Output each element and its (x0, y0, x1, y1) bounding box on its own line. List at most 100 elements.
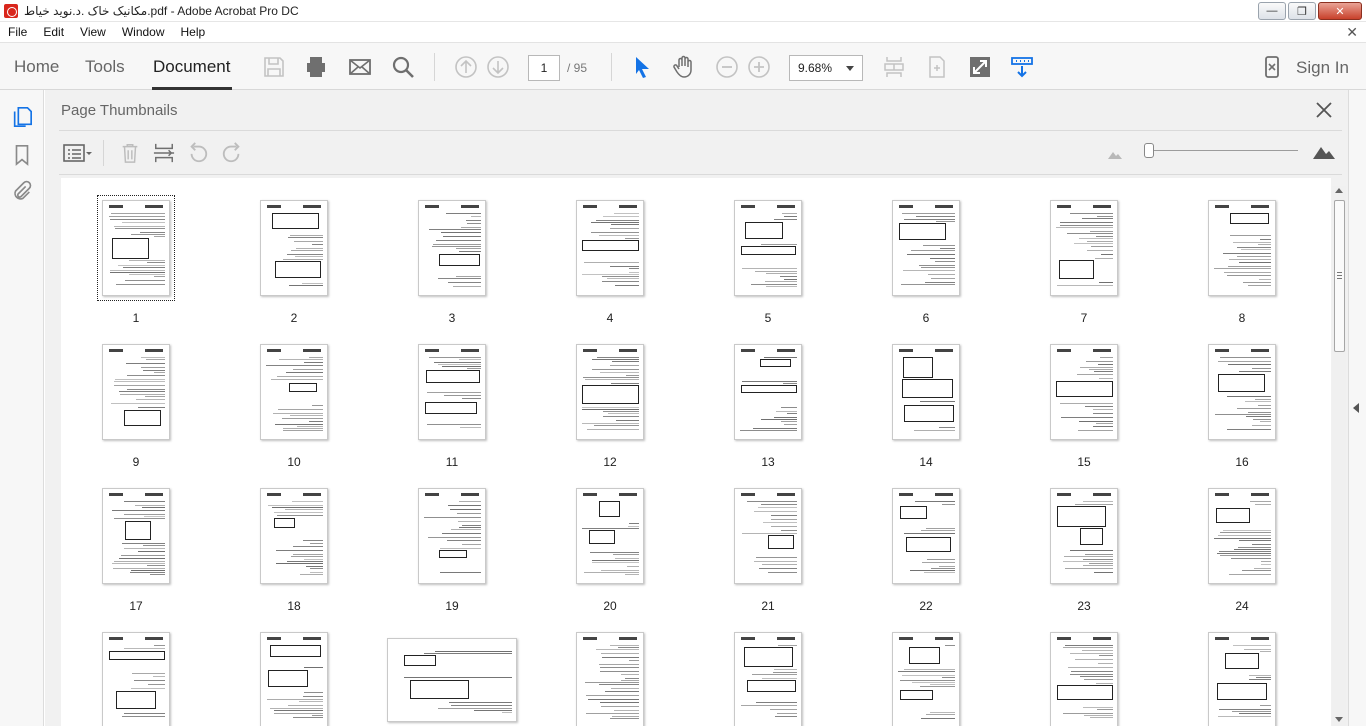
thumbnail-size-slider-track[interactable] (1145, 150, 1298, 151)
page-number-label: 2 (290, 311, 298, 325)
close-document-icon[interactable]: ✕ (1346, 24, 1358, 41)
page-thumbnail[interactable] (387, 638, 517, 722)
right-pane-toggle[interactable] (1348, 90, 1366, 726)
full-screen-icon[interactable] (968, 55, 992, 79)
attachment-icon[interactable] (11, 180, 33, 202)
page-thumbnail[interactable] (1050, 632, 1118, 726)
expand-right-pane-icon[interactable] (1353, 403, 1359, 413)
rotate-counterclockwise-icon[interactable] (187, 142, 209, 164)
page-number-label: 23 (1077, 599, 1091, 613)
hand-tool-icon[interactable] (672, 55, 696, 79)
page-thumbnail[interactable] (892, 200, 960, 296)
insert-page-icon[interactable] (153, 142, 175, 164)
previous-page-icon[interactable] (454, 55, 478, 79)
panel-toolbar-separator (103, 140, 104, 166)
page-thumbnail[interactable] (260, 632, 328, 726)
page-thumbnail[interactable] (260, 344, 328, 440)
menu-help[interactable]: Help (173, 25, 214, 39)
page-thumbnail[interactable] (1050, 344, 1118, 440)
toolbar-separator (611, 53, 612, 81)
page-number-label: 5 (764, 311, 772, 325)
zoom-in-icon[interactable] (747, 55, 771, 79)
page-thumbnails-icon[interactable] (11, 106, 33, 128)
page-thumbnail[interactable] (102, 488, 170, 584)
page-thumbnail[interactable] (418, 200, 486, 296)
bookmark-icon[interactable] (11, 144, 33, 166)
restore-button[interactable]: ❐ (1288, 2, 1316, 20)
page-thumbnail[interactable] (734, 632, 802, 726)
rotate-clockwise-icon[interactable] (221, 142, 243, 164)
page-thumbnail[interactable] (1208, 200, 1276, 296)
page-thumbnail[interactable] (734, 200, 802, 296)
email-icon[interactable] (348, 55, 372, 79)
page-thumbnail[interactable] (418, 344, 486, 440)
window-controls: — ❐ ✕ (1258, 2, 1362, 20)
page-number-label: 11 (445, 455, 459, 469)
page-thumbnail[interactable] (576, 200, 644, 296)
page-number-label: 1 (132, 311, 140, 325)
page-thumbnail[interactable] (1208, 488, 1276, 584)
page-number-label: 17 (129, 599, 143, 613)
page-number-label: 9 (132, 455, 140, 469)
menu-window[interactable]: Window (114, 25, 173, 39)
next-page-icon[interactable] (486, 55, 510, 79)
rotate-page-icon[interactable] (925, 55, 949, 79)
scrollbar-thumb[interactable] (1334, 200, 1345, 352)
page-thumbnail[interactable] (102, 344, 170, 440)
menu-view[interactable]: View (72, 25, 114, 39)
close-icon[interactable] (1314, 100, 1334, 120)
zoom-level-select[interactable]: 9.68% (789, 55, 863, 81)
page-number-label: 24 (1235, 599, 1249, 613)
page-number-label: 6 (922, 311, 930, 325)
page-thumbnail[interactable] (102, 632, 170, 726)
save-icon[interactable] (262, 55, 286, 79)
page-thumbnail[interactable] (892, 344, 960, 440)
scroll-up-arrow[interactable] (1335, 188, 1343, 193)
page-thumbnail[interactable] (418, 488, 486, 584)
page-thumbnail[interactable] (97, 195, 175, 301)
select-cursor-icon[interactable] (630, 55, 654, 79)
thumbnail-grid[interactable]: 1234567891011121314151617181920212223242… (61, 178, 1331, 726)
tab-document[interactable]: Document (153, 57, 230, 77)
page-thumbnail[interactable] (260, 200, 328, 296)
page-layout-icon[interactable] (882, 55, 906, 79)
page-thumbnail[interactable] (734, 488, 802, 584)
menu-file[interactable]: File (0, 25, 35, 39)
page-thumbnail[interactable] (734, 344, 802, 440)
page-thumbnail[interactable] (576, 488, 644, 584)
acrobat-app-icon[interactable] (4, 3, 18, 18)
menu-edit[interactable]: Edit (35, 25, 72, 39)
zoom-level-value: 9.68% (798, 61, 833, 75)
page-number-label: 16 (1235, 455, 1249, 469)
page-thumbnail[interactable] (1208, 632, 1276, 726)
show-more-tools-icon[interactable] (1010, 55, 1034, 79)
mobile-link-icon[interactable] (1260, 55, 1284, 79)
small-thumbnails-icon[interactable] (1107, 146, 1123, 160)
delete-page-icon[interactable] (119, 142, 141, 164)
panel-title: Page Thumbnails (61, 102, 178, 119)
page-number-input[interactable]: 1 (528, 55, 560, 81)
page-thumbnail[interactable] (892, 488, 960, 584)
close-button[interactable]: ✕ (1318, 2, 1362, 20)
page-thumbnail[interactable] (1050, 200, 1118, 296)
tab-home[interactable]: Home (14, 57, 59, 77)
page-thumbnail[interactable] (1208, 344, 1276, 440)
options-menu-icon[interactable] (63, 142, 93, 164)
print-icon[interactable] (304, 55, 328, 79)
scroll-down-arrow[interactable] (1335, 717, 1343, 722)
page-thumbnail[interactable] (892, 632, 960, 726)
vertical-scrollbar[interactable] (1332, 186, 1346, 726)
page-thumbnail[interactable] (576, 344, 644, 440)
search-icon[interactable] (391, 55, 415, 79)
panel-divider (59, 130, 1342, 131)
window-title: مکانیک خاک .د.نوید خیاط.pdf - Adobe Acro… (24, 3, 299, 18)
page-thumbnail[interactable] (1050, 488, 1118, 584)
zoom-out-icon[interactable] (715, 55, 739, 79)
minimize-button[interactable]: — (1258, 2, 1286, 20)
large-thumbnails-icon[interactable] (1312, 142, 1336, 160)
page-thumbnail[interactable] (576, 632, 644, 726)
sign-in-button[interactable]: Sign In (1296, 58, 1349, 78)
thumbnail-size-slider-handle[interactable] (1144, 143, 1155, 158)
tab-tools[interactable]: Tools (85, 57, 125, 77)
page-thumbnail[interactable] (260, 488, 328, 584)
